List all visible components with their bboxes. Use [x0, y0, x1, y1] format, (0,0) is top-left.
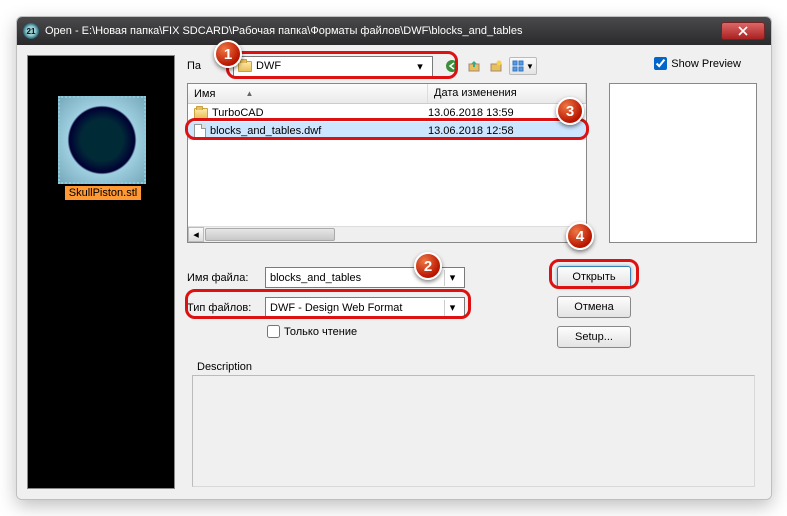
- history-panel: SkullPiston.stl: [27, 55, 175, 489]
- file-list-header[interactable]: Имя▲ Дата изменения: [188, 84, 586, 104]
- show-preview-input[interactable]: [654, 57, 667, 70]
- chevron-down-icon: ▾: [412, 58, 428, 74]
- look-in-value: DWF: [256, 60, 281, 72]
- horizontal-scrollbar[interactable]: ◂ ▸: [188, 226, 586, 242]
- show-preview-checkbox[interactable]: Show Preview: [654, 57, 741, 70]
- thumbnail-label: SkullPiston.stl: [65, 186, 141, 200]
- file-name: TurboCAD: [212, 107, 264, 119]
- back-icon[interactable]: [443, 57, 461, 75]
- close-button[interactable]: [721, 22, 765, 40]
- look-in-dropdown[interactable]: DWF ▾: [233, 56, 433, 77]
- setup-button[interactable]: Setup...: [557, 326, 631, 348]
- file-row-selected[interactable]: blocks_and_tables.dwf 13.06.2018 12:58: [188, 122, 586, 140]
- file-icon: [194, 124, 206, 138]
- readonly-checkbox[interactable]: Только чтение: [267, 325, 357, 338]
- cancel-button[interactable]: Отмена: [557, 296, 631, 318]
- new-folder-icon[interactable]: [487, 57, 505, 75]
- open-button[interactable]: Открыть: [557, 266, 631, 288]
- folder-icon: [194, 108, 208, 119]
- chevron-down-icon[interactable]: ▾: [444, 270, 460, 286]
- readonly-label: Только чтение: [284, 326, 357, 338]
- chevron-down-icon[interactable]: ▾: [444, 300, 460, 316]
- folder-icon: [238, 61, 252, 72]
- dialog-body: History ▾ SkullPiston.stl Па DWF ▾ ▼: [17, 45, 771, 499]
- column-name[interactable]: Имя▲: [188, 84, 428, 103]
- nav-toolbar: ▼: [443, 57, 537, 75]
- filename-value: blocks_and_tables: [270, 272, 361, 284]
- close-icon: [738, 26, 748, 36]
- titlebar[interactable]: 21 Open - E:\Новая папка\FIX SDCARD\Рабо…: [17, 17, 771, 45]
- filetype-row: Тип файлов: DWF - Design Web Format ▾: [187, 297, 465, 318]
- filetype-dropdown[interactable]: DWF - Design Web Format ▾: [265, 297, 465, 318]
- window-title: Open - E:\Новая папка\FIX SDCARD\Рабочая…: [45, 25, 721, 37]
- history-thumbnail[interactable]: SkullPiston.stl: [58, 96, 148, 200]
- description-box: [192, 375, 755, 487]
- scroll-thumb[interactable]: [205, 228, 335, 241]
- file-date: 13.06.2018 13:59: [428, 107, 514, 119]
- app-icon: 21: [23, 23, 39, 39]
- preview-pane: [609, 83, 757, 243]
- show-preview-label: Show Preview: [671, 58, 741, 70]
- readonly-input[interactable]: [267, 325, 280, 338]
- thumbnail-image: [58, 96, 146, 184]
- views-dropdown[interactable]: ▼: [509, 57, 537, 75]
- filetype-label: Тип файлов:: [187, 302, 257, 314]
- filename-label: Имя файла:: [187, 272, 257, 284]
- file-list[interactable]: Имя▲ Дата изменения TurboCAD 13.06.2018 …: [187, 83, 587, 243]
- file-row-folder[interactable]: TurboCAD 13.06.2018 13:59: [188, 104, 586, 122]
- annotation-marker-1: 1: [214, 40, 242, 68]
- description-label: Description: [197, 361, 252, 373]
- scroll-left-icon[interactable]: ◂: [188, 227, 204, 242]
- sort-asc-icon: ▲: [245, 89, 253, 98]
- annotation-marker-3: 3: [556, 97, 584, 125]
- file-date: 13.06.2018 12:58: [428, 125, 514, 137]
- file-name: blocks_and_tables.dwf: [210, 125, 321, 137]
- dialog-window: 21 Open - E:\Новая папка\FIX SDCARD\Рабо…: [16, 16, 772, 500]
- annotation-marker-2: 2: [414, 252, 442, 280]
- up-one-level-icon[interactable]: [465, 57, 483, 75]
- annotation-marker-4: 4: [566, 222, 594, 250]
- filetype-value: DWF - Design Web Format: [270, 302, 402, 314]
